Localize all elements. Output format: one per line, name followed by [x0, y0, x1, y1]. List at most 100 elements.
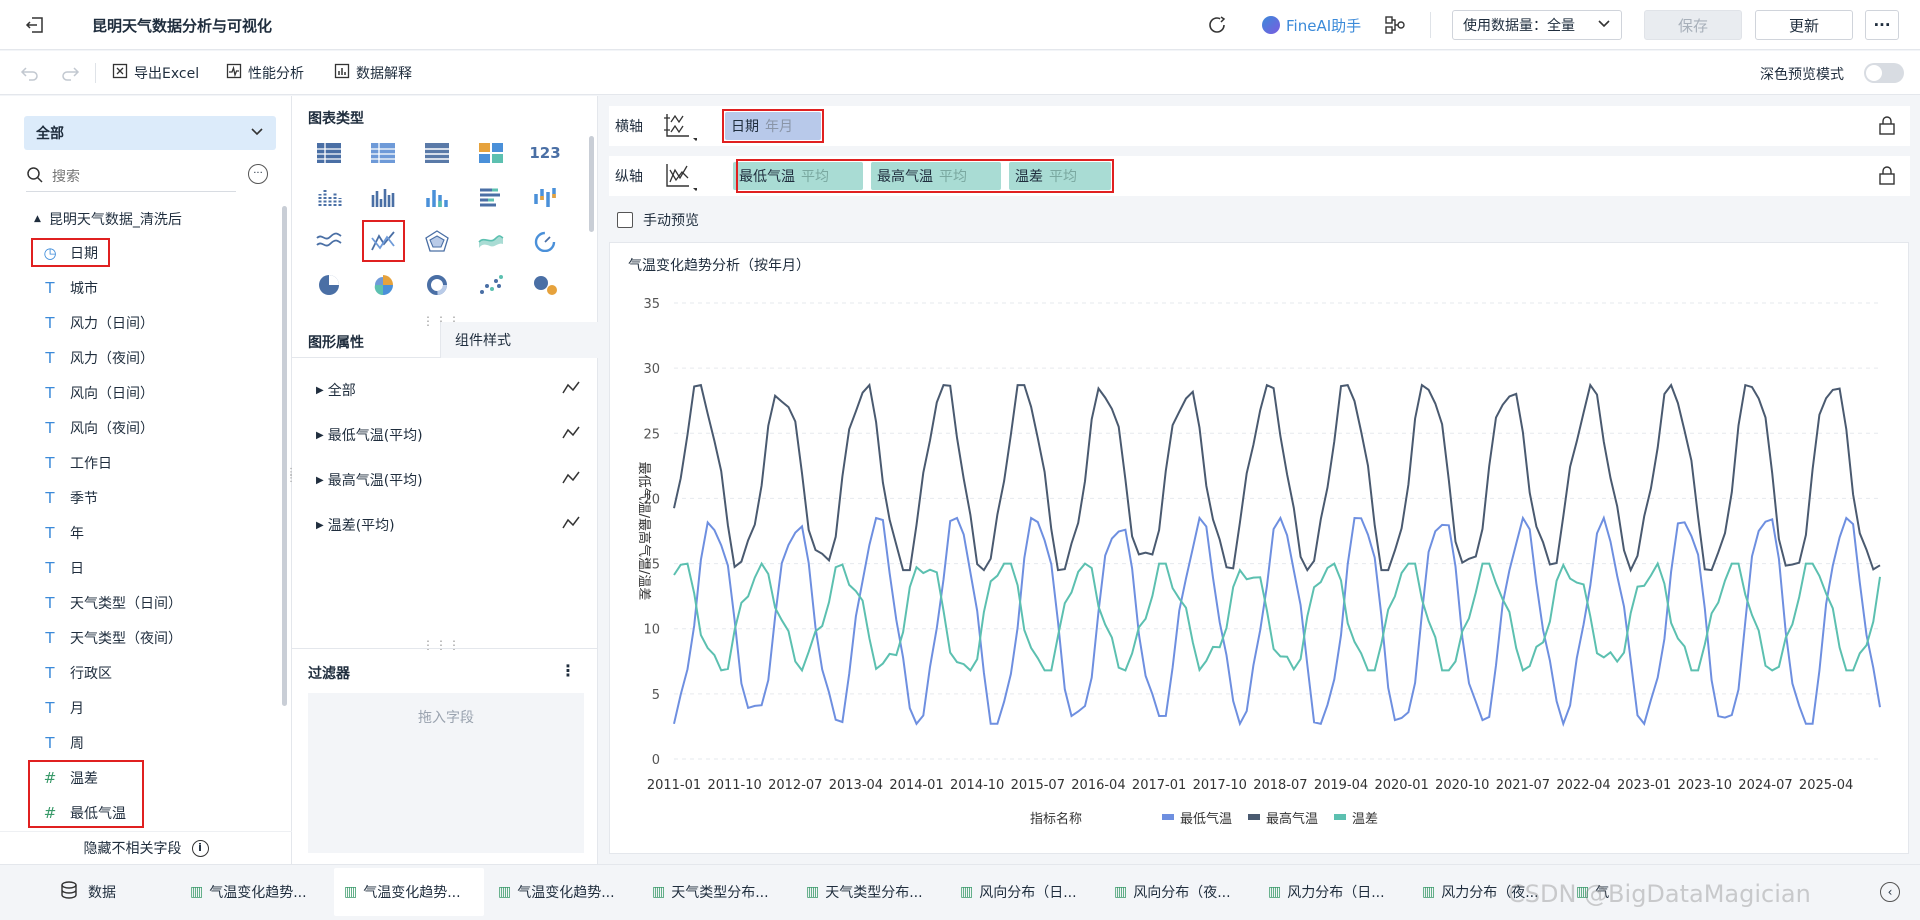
dark-preview-toggle[interactable] [1864, 63, 1904, 83]
grouped-bar-icon[interactable] [366, 182, 400, 212]
chevron-down-icon [1597, 16, 1611, 34]
field-item[interactable]: T 天气类型（日间） [40, 588, 182, 618]
filter-more-icon[interactable]: ⋮ [560, 661, 576, 680]
kpi-card-icon[interactable] [474, 138, 508, 168]
field-item[interactable]: T月 [40, 693, 84, 723]
line-style-icon[interactable] [562, 471, 580, 489]
update-button[interactable]: 更新 [1755, 10, 1853, 40]
range-bar-icon[interactable] [528, 182, 562, 212]
filter-drop-zone[interactable]: 拖入字段 [308, 693, 584, 853]
gauge-icon[interactable] [528, 226, 562, 256]
workflow-icon[interactable] [1384, 14, 1406, 36]
chart-card: 气温变化趋势分析（按年月） 0 5 10 15 20 25 30 35 2011-01 2011-… [609, 242, 1909, 854]
tab-properties[interactable]: 图形属性 [308, 332, 364, 352]
cross-table-icon[interactable] [366, 138, 400, 168]
lock-icon[interactable] [1877, 166, 1897, 190]
area-line-icon[interactable] [312, 226, 346, 256]
tab-component-style[interactable]: 组件样式 [440, 322, 598, 358]
line-style-icon[interactable] [562, 426, 580, 444]
y-axis-title: 最低气温/最高气温/温差 [636, 462, 652, 601]
x-tick-label: 2020-10 [1435, 778, 1489, 793]
sheet-tab[interactable]: ▥ 天气类型分布... [642, 868, 792, 916]
refresh-icon[interactable] [1206, 14, 1228, 36]
field-item[interactable]: T 季节 [40, 483, 98, 513]
undo-icon[interactable] [20, 63, 40, 87]
table-chart-icon[interactable] [312, 138, 346, 168]
sheet-tab[interactable]: ▥ 气温变化趋势... [488, 868, 638, 916]
sheet-tab[interactable]: ▥ 风力分布（日... [1258, 868, 1408, 916]
export-excel-label: 导出Excel [134, 66, 200, 82]
sheet-tab-label: 风力分布（日... [1287, 885, 1385, 901]
search-icon [26, 166, 44, 188]
data-volume-label: 使用数据量：全量 [1463, 18, 1575, 34]
property-item[interactable]: ▶ 最低气温(平均) [316, 420, 580, 450]
pie-chart-icon[interactable] [312, 270, 346, 300]
scrollbar[interactable] [589, 136, 594, 232]
perf-analysis-button[interactable]: 性能分析 [226, 63, 304, 83]
range-area-icon[interactable] [474, 226, 508, 256]
bar-chart-icon[interactable] [420, 182, 454, 212]
sheet-tab[interactable]: ▥ 气温变化趋势... [180, 868, 330, 916]
field-item[interactable]: T日 [40, 553, 84, 583]
detail-table-icon[interactable] [420, 138, 454, 168]
ai-assistant-button[interactable]: FineAI助手 [1262, 14, 1361, 36]
back-icon[interactable] [24, 14, 46, 36]
data-explain-button[interactable]: 数据解释 [334, 63, 412, 83]
chart-sheet-icon: ▥ [1422, 884, 1436, 900]
save-button[interactable]: 保存 [1644, 10, 1742, 40]
field-label: 风力（日间） [70, 316, 154, 332]
database-icon [60, 881, 78, 903]
line-style-icon[interactable] [562, 381, 580, 399]
search-input[interactable] [52, 168, 222, 185]
lock-icon[interactable] [1877, 116, 1897, 140]
chart-sheet-icon: ▥ [1114, 884, 1128, 900]
horizontal-bar-icon[interactable] [474, 182, 508, 212]
y-axis-type-icon[interactable] [663, 162, 699, 196]
field-item[interactable]: T 风向（日间） [40, 378, 154, 408]
more-button[interactable]: ··· [1865, 10, 1899, 40]
tab-scroll-left-icon[interactable]: ‹ [1880, 882, 1900, 902]
manual-preview-checkbox[interactable] [617, 212, 633, 228]
chart-type-title: 图表类型 [308, 111, 364, 127]
donut-chart-icon[interactable] [420, 270, 454, 300]
scatter-chart-icon[interactable] [474, 270, 508, 300]
more-options-icon[interactable]: ··· [248, 164, 268, 184]
data-tab[interactable]: 数据 [60, 868, 116, 916]
property-item[interactable]: ▶ 温差(平均) [316, 510, 580, 540]
line-style-icon[interactable] [562, 516, 580, 534]
rose-chart-icon[interactable] [366, 270, 400, 300]
property-item[interactable]: ▶ 最高气温(平均) [316, 465, 580, 495]
info-icon[interactable]: i [191, 839, 209, 857]
x-axis-type-icon[interactable] [663, 112, 699, 146]
redo-icon[interactable] [60, 63, 80, 87]
scrollbar[interactable] [282, 206, 287, 706]
sheet-tab-active[interactable]: ▥ 气温变化趋势... [334, 868, 484, 916]
field-item[interactable]: T 城市 [40, 273, 98, 303]
sheet-tab[interactable]: ▥ 风向分布（夜... [1104, 868, 1254, 916]
field-item[interactable]: T 天气类型（夜间） [40, 623, 182, 653]
radar-chart-icon[interactable] [420, 226, 454, 256]
x-tick-label: 2025-04 [1799, 778, 1853, 793]
sheet-tab[interactable]: ▥ 天气类型分布... [796, 868, 946, 916]
manual-preview-row[interactable]: 手动预览 [617, 210, 699, 230]
bubble-chart-icon[interactable] [528, 270, 562, 300]
property-item[interactable]: ▶ 全部 [316, 375, 580, 405]
chart-sheet-icon: ▥ [498, 884, 512, 900]
field-item[interactable]: T周 [40, 728, 84, 758]
sheet-tab[interactable]: ▥ 风向分布（日... [950, 868, 1100, 916]
field-group-select[interactable]: 全部 [24, 116, 276, 150]
number-indicator-icon[interactable]: 123 [528, 138, 562, 168]
export-excel-button[interactable]: 导出Excel [112, 63, 199, 83]
field-item[interactable]: T 工作日 [40, 448, 112, 478]
scatter-bar-icon[interactable] [312, 182, 346, 212]
search-box[interactable] [26, 162, 236, 192]
field-item[interactable]: T 风力（夜间） [40, 343, 154, 373]
dataset-node[interactable]: ▲ 昆明天气数据_清洗后 [34, 209, 182, 229]
field-item[interactable]: T 风向（夜间） [40, 413, 154, 443]
data-volume-select[interactable]: 使用数据量：全量 [1452, 10, 1622, 40]
field-item[interactable]: T年 [40, 518, 84, 548]
field-item[interactable]: T 行政区 [40, 658, 112, 688]
hide-fields-row[interactable]: 隐藏不相关字段 i [0, 831, 292, 864]
sheet-tab-label: 天气类型分布... [825, 885, 923, 901]
field-item[interactable]: T 风力（日间） [40, 308, 154, 338]
